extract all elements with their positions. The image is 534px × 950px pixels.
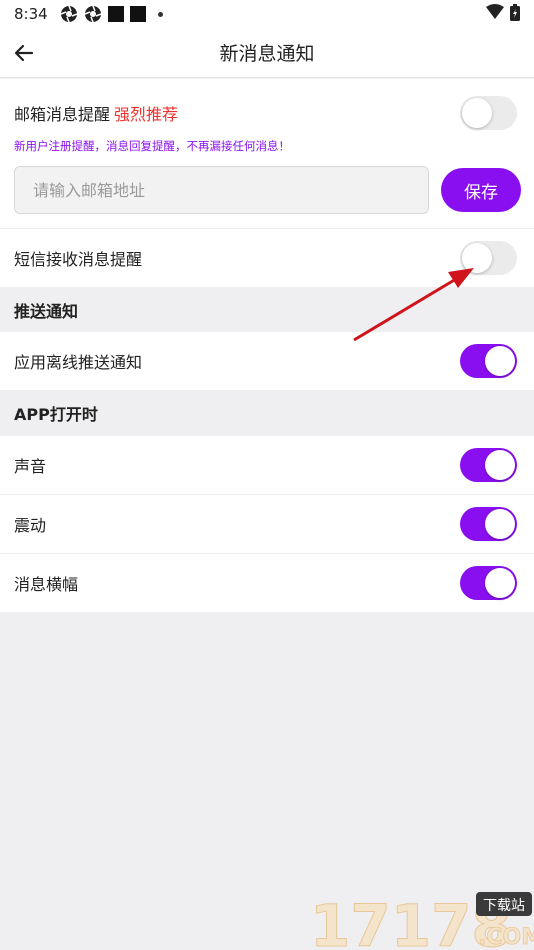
sound-toggle[interactable] [460,448,517,482]
sms-alert-label: 短信接收消息提醒 [14,250,143,269]
email-alert-row: 邮箱消息提醒 强烈推荐 [0,90,534,136]
message-banner-row: 消息横幅 [0,554,534,612]
sms-alert-toggle[interactable] [460,241,517,275]
sms-alert-row: 短信接收消息提醒 [0,229,534,287]
sound-row: 声音 [0,436,534,494]
push-section-header: 推送通知 [14,302,79,321]
page-title: 新消息通知 [219,43,315,65]
offline-push-row: 应用离线推送通知 [0,332,534,390]
more-notifications-dot-icon [157,11,163,17]
message-banner-label: 消息横幅 [14,575,79,594]
app-bar: 新消息通知 [0,28,534,78]
email-input[interactable] [14,166,429,214]
aperture-icon [60,5,78,23]
vibrate-toggle[interactable] [460,507,517,541]
status-time: 8:34 [14,5,48,23]
vibrate-row: 震动 [0,495,534,553]
email-alert-hint: 新用户注册提醒，消息回复提醒，不再漏接任何消息！ [14,139,290,153]
arrow-left-icon [14,44,34,62]
wifi-icon [486,4,504,24]
save-button[interactable]: 保存 [441,168,521,212]
vibrate-label: 震动 [14,516,47,535]
toggle-knob [462,98,492,128]
status-bar: 8:34 [0,0,534,28]
back-button[interactable] [12,41,36,65]
message-banner-toggle[interactable] [460,566,517,600]
toggle-knob [485,346,515,376]
email-alert-toggle[interactable] [460,96,517,130]
notification-square-icon [129,6,146,22]
email-alert-label: 邮箱消息提醒 强烈推荐 [14,105,179,124]
aperture-icon [84,5,102,23]
recommend-badge: 强烈推荐 [114,105,179,124]
sound-label: 声音 [14,457,47,476]
battery-icon [510,3,520,25]
toggle-knob [485,450,515,480]
watermark-domain: .COM [478,925,534,950]
watermark-logo: 17178 下载站 .COM [310,888,534,950]
toggle-knob [485,509,515,539]
watermark-site: 下载站 [483,898,525,914]
notification-square-icon [107,6,124,22]
toggle-knob [462,243,492,273]
app-open-section-header: APP打开时 [14,405,98,424]
offline-push-toggle[interactable] [460,344,517,378]
toggle-knob [485,568,515,598]
offline-push-label: 应用离线推送通知 [14,353,143,372]
